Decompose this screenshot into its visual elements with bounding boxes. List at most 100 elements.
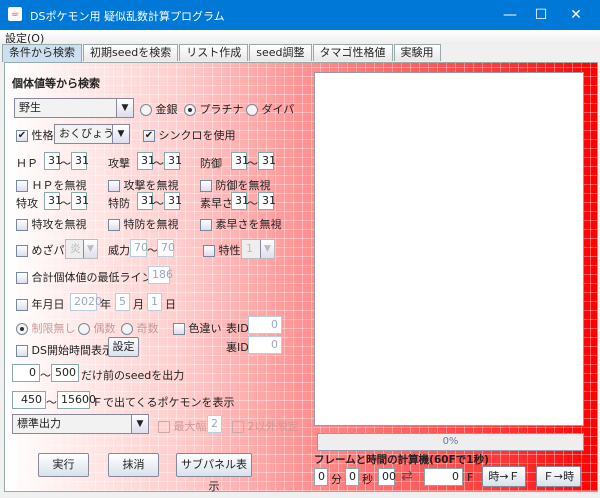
minute-input[interactable]: 0 bbox=[314, 468, 328, 486]
frame-unit: F bbox=[467, 471, 474, 484]
output-text-area[interactable] bbox=[314, 72, 584, 426]
power-label: 威力 bbox=[108, 244, 130, 257]
radio-label: 偶数 bbox=[93, 322, 116, 335]
stat-min-input[interactable]: 31 bbox=[44, 192, 62, 210]
tab-seed-adjust[interactable]: seed調整 bbox=[249, 44, 312, 61]
stat-min-input[interactable]: 31 bbox=[137, 192, 155, 210]
chevron-down-icon: ▼ bbox=[131, 415, 148, 433]
ignore-stat-checkbox[interactable]: 特防を無視 bbox=[108, 216, 179, 232]
limit-label: 2以外限定 bbox=[247, 420, 299, 433]
tab-list[interactable]: リスト作成 bbox=[179, 44, 249, 61]
tid-input[interactable]: 0 bbox=[248, 316, 282, 334]
max-width-label: 最大幅 bbox=[173, 420, 207, 433]
progress-text: 0% bbox=[442, 436, 459, 447]
radio-even[interactable]: 偶数 bbox=[78, 320, 116, 336]
minute-unit: 分 bbox=[331, 473, 342, 486]
stat-min-input[interactable]: 31 bbox=[231, 192, 249, 210]
frame-max-input[interactable]: 15600 bbox=[57, 391, 96, 409]
checkbox-icon bbox=[16, 272, 28, 284]
seed-max-input[interactable]: 500 bbox=[51, 364, 79, 382]
tilde: 〜 bbox=[247, 157, 258, 170]
time-to-frame-button[interactable]: 時→Ｆ bbox=[482, 466, 526, 487]
stat-min-input[interactable]: 31 bbox=[137, 152, 155, 170]
window-title: DSポケモン用 疑似乱数計算プログラム bbox=[30, 10, 225, 23]
radio-odd[interactable]: 奇数 bbox=[121, 320, 159, 336]
total-iv-checkbox[interactable]: 合計個体値の最低ライン bbox=[16, 269, 153, 285]
hidden-power-type-select[interactable]: 炎 ▼ bbox=[65, 239, 98, 259]
ignore-stat-label: 攻撃を無視 bbox=[123, 179, 179, 192]
tab-egg-pid[interactable]: タマゴ性格値 bbox=[312, 44, 393, 61]
stat-min-input[interactable]: 31 bbox=[44, 152, 62, 170]
checkbox-icon bbox=[203, 245, 215, 257]
fraction-input[interactable]: 00 bbox=[378, 468, 396, 486]
ds-time-settings-button[interactable]: 設定 bbox=[108, 337, 139, 357]
synchro-checkbox[interactable]: ✔ シンクロを使用 bbox=[143, 127, 236, 143]
date-checkbox[interactable]: 年月日 bbox=[16, 296, 65, 312]
ds-time-checkbox[interactable]: DS開始時間表示 bbox=[16, 342, 113, 358]
second-input[interactable]: 0 bbox=[345, 468, 359, 486]
stat-max-input[interactable]: 31 bbox=[164, 152, 182, 170]
run-button[interactable]: 実行 bbox=[38, 453, 89, 477]
tilde: 〜 bbox=[60, 197, 71, 210]
total-iv-input[interactable]: 186 bbox=[148, 266, 173, 284]
nature-select[interactable]: おくびょう ▼ bbox=[54, 124, 130, 144]
sid-input[interactable]: 0 bbox=[248, 336, 282, 354]
frame-suffix: Ｆで出てくるポケモンを表示 bbox=[92, 396, 235, 409]
power-min-input[interactable]: 70 bbox=[130, 239, 148, 257]
seed-suffix: だけ前のseedを出力 bbox=[81, 369, 185, 382]
radio-kingin[interactable]: 金銀 bbox=[140, 101, 178, 117]
stat-max-input[interactable]: 31 bbox=[258, 192, 276, 210]
stat-max-input[interactable]: 31 bbox=[71, 192, 89, 210]
seed-min-input[interactable]: 0 bbox=[12, 364, 40, 382]
stat-label: ＨＰ bbox=[16, 157, 38, 170]
tid-label: 表ID bbox=[226, 322, 249, 335]
max-width-input[interactable]: 2 bbox=[207, 415, 222, 433]
radio-no-limit[interactable]: 制限無し bbox=[16, 320, 76, 336]
checkbox-icon bbox=[108, 180, 120, 192]
radio-platinum[interactable]: プラチナ bbox=[184, 101, 244, 117]
hidden-power-checkbox[interactable]: めざパ bbox=[16, 242, 65, 258]
ignore-stat-checkbox[interactable]: 素早さを無視 bbox=[200, 216, 282, 232]
tab-initial-seed[interactable]: 初期seedを検索 bbox=[83, 44, 179, 61]
tab-condition-search[interactable]: 条件から検索 bbox=[2, 44, 82, 62]
shiny-label: 色違い bbox=[188, 322, 222, 335]
ignore-stat-checkbox[interactable]: 特攻を無視 bbox=[16, 216, 87, 232]
menu-bar: 設定(O) bbox=[0, 30, 600, 45]
stat-min-input[interactable]: 31 bbox=[231, 152, 249, 170]
month-input[interactable]: 5 bbox=[115, 293, 130, 311]
frame-to-time-button[interactable]: Ｆ→時 bbox=[536, 466, 581, 487]
radio-icon bbox=[121, 323, 133, 335]
tab-experimental[interactable]: 実験用 bbox=[393, 44, 441, 61]
power-max-input[interactable]: 70 bbox=[157, 239, 175, 257]
tab-bar: 条件から検索 初期seedを検索 リスト作成 seed調整 タマゴ性格値 実験用 bbox=[2, 44, 442, 62]
stat-max-input[interactable]: 31 bbox=[258, 152, 276, 170]
limit-checkbox[interactable]: 2以外限定 bbox=[232, 418, 299, 434]
ignore-stat-checkbox[interactable]: 防御を無視 bbox=[200, 177, 271, 193]
ignore-stat-label: 特防を無視 bbox=[123, 218, 179, 231]
ignore-stat-checkbox[interactable]: ＨＰを無視 bbox=[16, 177, 87, 193]
chevron-down-icon: ▼ bbox=[260, 240, 274, 258]
chevron-down-icon: ▼ bbox=[112, 125, 129, 143]
shiny-checkbox[interactable]: 色違い bbox=[173, 320, 222, 336]
second-unit: 秒 bbox=[362, 473, 373, 486]
year-input[interactable]: 2020 bbox=[70, 293, 102, 311]
output-mode-select[interactable]: 標準出力 ▼ bbox=[12, 414, 149, 434]
stat-max-input[interactable]: 31 bbox=[71, 152, 89, 170]
max-width-checkbox[interactable]: 最大幅 bbox=[158, 418, 207, 434]
subpanel-button[interactable]: サブパネル表示 bbox=[176, 453, 252, 493]
radio-label: 制限無し bbox=[31, 322, 76, 335]
frame-input[interactable]: 0 bbox=[424, 468, 463, 486]
ignore-stat-checkbox[interactable]: 攻撃を無視 bbox=[108, 177, 179, 193]
day-input[interactable]: 1 bbox=[147, 293, 162, 311]
stat-max-input[interactable]: 31 bbox=[164, 192, 182, 210]
radio-label: プラチナ bbox=[199, 103, 244, 116]
frame-min-input[interactable]: 450 bbox=[12, 391, 46, 409]
ability-select[interactable]: 1 ▼ bbox=[241, 239, 275, 259]
ability-checkbox[interactable]: 特性 bbox=[203, 242, 241, 258]
close-button[interactable]: ✕ bbox=[553, 4, 599, 26]
clear-button[interactable]: 抹消 bbox=[108, 453, 159, 477]
nature-checkbox[interactable]: ✔ 性格 bbox=[16, 127, 54, 143]
radio-dp[interactable]: ダイパ bbox=[246, 101, 294, 117]
checkbox-icon bbox=[16, 219, 28, 231]
encounter-select[interactable]: 野生 ▼ bbox=[14, 98, 134, 118]
